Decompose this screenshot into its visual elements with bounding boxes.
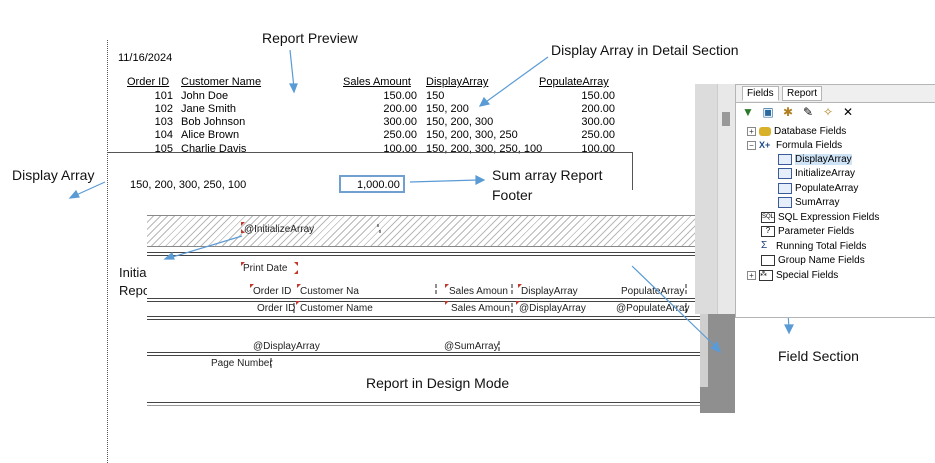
tree-label: Running Total Fields [776,241,867,252]
tree-database-fields[interactable]: + Database Fields [747,126,846,137]
tree-formula-sumarray[interactable]: SumArray [778,197,839,208]
formula-field-icon [778,168,792,179]
tree-formula-populatearray[interactable]: PopulateArray [778,183,858,194]
tree-label: SQL Expression Fields [778,212,880,224]
formula-field-icon [778,183,792,194]
collapse-icon[interactable]: − [747,141,756,150]
tree-formula-fields[interactable]: − X+ Formula Fields [747,140,842,151]
black-bracket-group [270,224,687,368]
tree-parameter[interactable]: ? Parameter Fields [761,226,854,237]
group-name-icon [761,255,775,266]
tree-label: InitializeArray [795,168,856,180]
panel-left-gutter [695,84,718,314]
tree-formula-initializearray[interactable]: InitializeArray [778,168,855,179]
field-explorer-tabs: Fields Report [736,85,935,103]
new-icon[interactable]: ✱ [781,105,795,119]
tab-report[interactable]: Report [782,86,823,101]
edit-icon[interactable]: ✎ [801,105,815,119]
running-total-icon: Σ [761,239,768,251]
annotation-arrows [68,49,794,354]
tree-formula-displayarray[interactable]: DisplayArray [778,154,852,166]
tree-special-fields[interactable]: + ⁂ Special Fields [747,270,838,281]
tree-label: SumArray [795,197,840,209]
tree-label: Database Fields [774,126,847,137]
tree-label: Group Name Fields [778,255,865,267]
formula-field-icon [778,197,792,208]
tree-running-total[interactable]: Σ Running Total Fields [761,239,867,252]
tab-fields[interactable]: Fields [742,86,779,101]
formula-field-icon [778,154,792,165]
browse-icon[interactable]: ▣ [761,105,775,119]
red-marker-group [241,222,522,305]
sql-icon: SQL [761,212,775,223]
special-fields-icon: ⁂ [759,270,773,281]
delete-icon[interactable]: ✕ [841,105,855,119]
tree-label: Parameter Fields [778,226,855,238]
tree-label: Special Fields [776,270,839,282]
field-explorer-panel: Fields Report ▼ ▣ ✱ ✎ ✧ ✕ + Database Fiel… [735,84,935,318]
tree-label: DisplayArray [795,154,852,166]
parameter-icon: ? [761,226,775,237]
database-icon [759,126,771,136]
tree-label: PopulateArray [795,183,859,195]
tree-group-name[interactable]: Group Name Fields [761,255,865,266]
scrollbar-thumb[interactable] [722,112,730,126]
formula-icon: X+ [759,140,771,151]
expand-icon[interactable]: + [747,271,756,281]
field-explorer-toolbar: ▼ ▣ ✱ ✎ ✧ ✕ [741,105,855,119]
tree-sql-expression[interactable]: SQL SQL Expression Fields [761,212,879,223]
expand-icon[interactable]: + [747,127,756,136]
tree-label: Formula Fields [776,140,843,151]
rename-icon[interactable]: ✧ [821,105,835,119]
insert-field-icon[interactable]: ▼ [741,105,755,119]
